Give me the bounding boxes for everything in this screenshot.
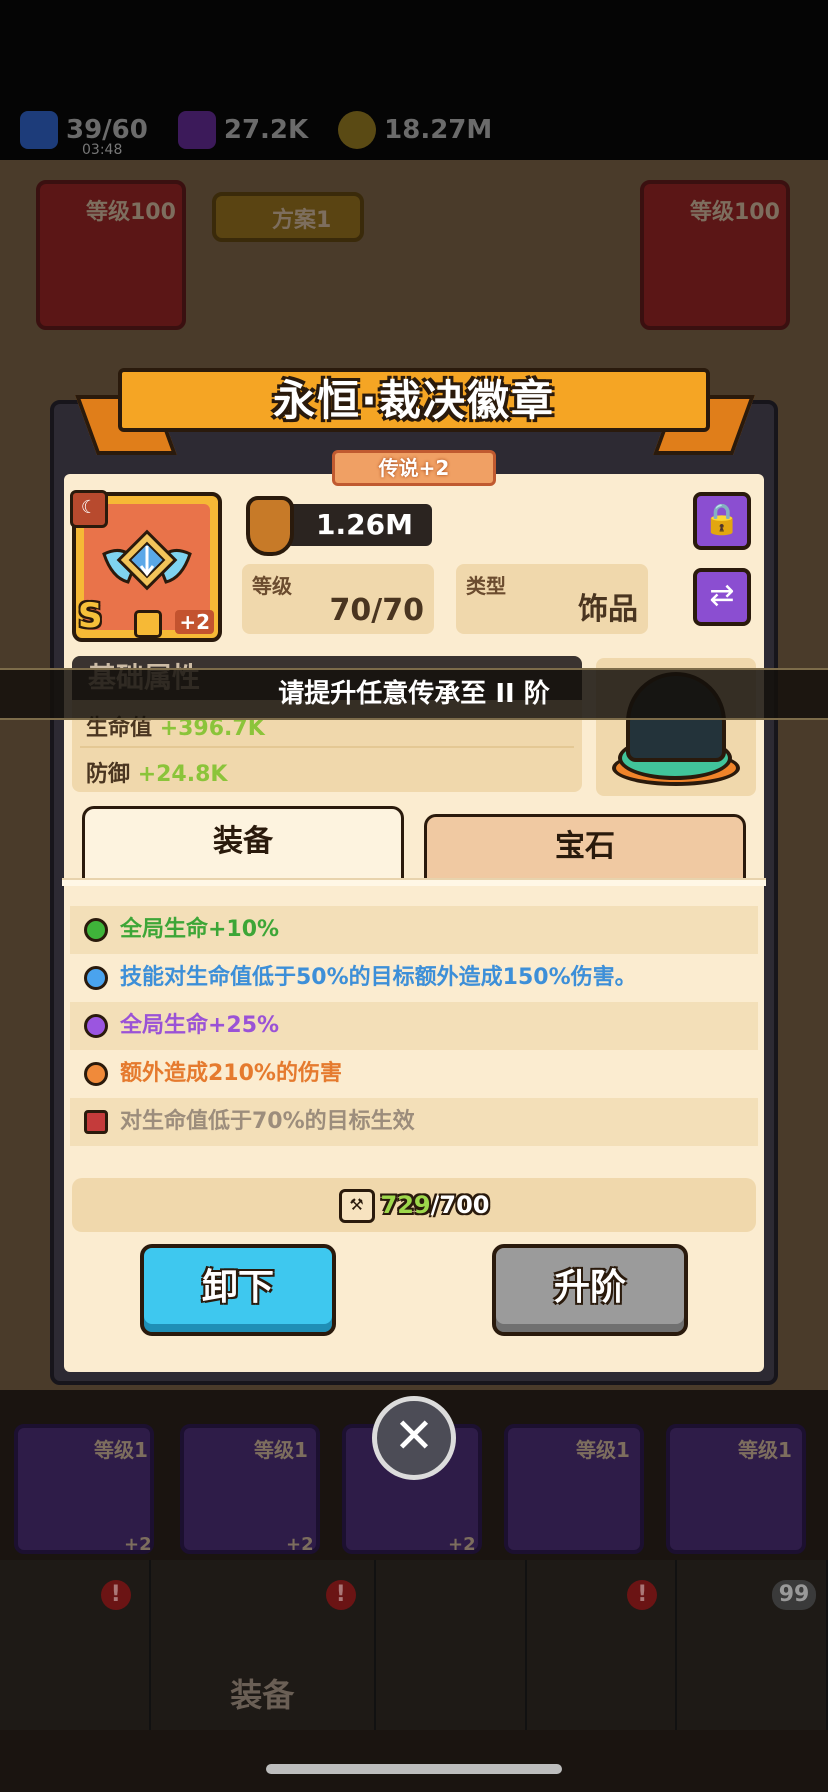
upgrade-material: ⚒ 729/700 — [72, 1178, 756, 1232]
bg-card-level-3: 等级1 — [576, 1438, 630, 1462]
swap-button[interactable]: ⇄ — [693, 568, 751, 626]
purple-dot-icon — [84, 1014, 108, 1038]
type-value: 饰品 — [578, 592, 638, 627]
nav-equipment-label: 装备 — [230, 1676, 295, 1714]
def-value: +24.8K — [137, 762, 228, 787]
toast-message: 请提升任意传承至 II 阶 — [0, 668, 828, 720]
home-indicator[interactable] — [266, 1764, 562, 1774]
nav-treasure-count: 99 — [772, 1580, 817, 1610]
coin-value: 18.27M — [384, 115, 493, 145]
gem-icon — [177, 111, 216, 149]
type-label: 类型 — [466, 574, 506, 598]
necklace-type-icon: ☾ — [70, 490, 108, 528]
gem-value: 27.2K — [223, 115, 309, 145]
close-button[interactable]: ✕ — [372, 1396, 456, 1480]
green-dot-icon — [84, 918, 108, 942]
locked-effect-icon — [84, 1110, 108, 1134]
nav-upgrade-alert-icon: ! — [627, 1580, 658, 1610]
nav-treasure[interactable]: 99 — [677, 1560, 828, 1730]
nav-equipment[interactable]: ! 装备 — [151, 1560, 376, 1730]
attr-divider — [80, 746, 574, 748]
blue-dot-icon — [84, 966, 108, 990]
lock-button[interactable]: 🔒 — [693, 492, 751, 550]
effect-text-5: 对生命值低于70%的目标生效 — [120, 1109, 415, 1134]
gem-resource: 27.2K — [177, 111, 309, 149]
effect-text-3: 全局生命+25% — [120, 1013, 280, 1038]
tab-gem[interactable]: 宝石 — [424, 814, 746, 882]
orange-dot-icon — [84, 1062, 108, 1086]
nav-equip-alert-icon: ! — [325, 1580, 356, 1610]
bg-card-plus-3: +2 — [448, 1534, 476, 1555]
material-need: 700 — [439, 1191, 490, 1219]
effects-list: 全局生命+10% 技能对生命值低于50%的目标额外造成150%伤害。 全局生命+… — [70, 906, 758, 1150]
effect-row-3: 全局生命+25% — [70, 1002, 758, 1050]
coin-icon — [338, 111, 377, 149]
item-grade: S — [78, 596, 103, 636]
item-lock-icon — [134, 610, 162, 638]
material-have: 729 — [380, 1191, 431, 1219]
nav-battle[interactable] — [376, 1560, 527, 1730]
effect-row-5: 对生命值低于70%的目标生效 — [70, 1098, 758, 1146]
tab-underline — [62, 878, 766, 886]
effect-row-4: 额外造成210%的伤害 — [70, 1050, 758, 1098]
energy-icon — [20, 111, 58, 149]
level-value: 70/70 — [329, 593, 424, 628]
bg-card-plus-1: +2 — [124, 1534, 152, 1555]
item-title: 永恒·裁决徽章 — [273, 376, 555, 425]
type-box: 类型 饰品 — [456, 564, 648, 634]
bg-card-level-1: 等级1 — [94, 1438, 148, 1462]
effect-text-4: 额外造成210%的伤害 — [120, 1061, 342, 1086]
energy-timer: 03:48 — [82, 142, 123, 158]
effect-row-2: 技能对生命值低于50%的目标额外造成150%伤害。 — [70, 954, 758, 1002]
bg-card-plus-2: +2 — [286, 1534, 314, 1555]
coin-resource: 18.27M — [338, 111, 492, 149]
bg-plan-label: 方案1 — [272, 208, 332, 233]
sword-shield-icon — [246, 496, 294, 556]
bg-card-level-4: 等级1 — [738, 1438, 792, 1462]
lock-icon: 🔒 — [703, 502, 741, 537]
effect-text-1: 全局生命+10% — [120, 917, 280, 942]
power-value-box: 1.26M — [286, 504, 432, 546]
anvil-icon: ⚒ — [338, 1189, 375, 1223]
nav-upgrade[interactable]: ! — [527, 1560, 678, 1730]
level-label: 等级 — [252, 574, 292, 598]
item-plus-level: +2 — [175, 610, 214, 634]
def-label: 防御 — [86, 762, 131, 787]
close-icon: ✕ — [393, 1408, 435, 1464]
bg-left-level: 等级100 — [86, 200, 176, 225]
bottom-nav: ! ! 装备 ! 99 — [0, 1560, 828, 1730]
effect-row-1: 全局生命+10% — [70, 906, 758, 954]
power-value: 1.26M — [316, 508, 413, 541]
unequip-button[interactable]: 卸下 — [140, 1244, 336, 1336]
swap-icon: ⇄ — [709, 578, 735, 613]
energy-value: 39/60 — [66, 115, 148, 145]
nav-shop[interactable]: ! — [0, 1560, 151, 1730]
effect-text-2: 技能对生命值低于50%的目标额外造成150%伤害。 — [120, 965, 637, 990]
bg-card-level-2: 等级1 — [254, 1438, 308, 1462]
rarity-badge: 传说+2 — [332, 450, 496, 486]
level-box: 等级 70/70 — [242, 564, 434, 634]
resource-bar: 39/60 27.2K 18.27M — [0, 100, 828, 160]
def-row: 防御 +24.8K — [86, 756, 227, 788]
nav-shop-alert-icon: ! — [100, 1580, 131, 1610]
tab-equipment[interactable]: 装备 — [82, 806, 404, 882]
item-card: ☾ S +2 — [70, 490, 222, 642]
upgrade-button[interactable]: 升阶 — [492, 1244, 688, 1336]
bg-right-level: 等级100 — [690, 200, 780, 225]
